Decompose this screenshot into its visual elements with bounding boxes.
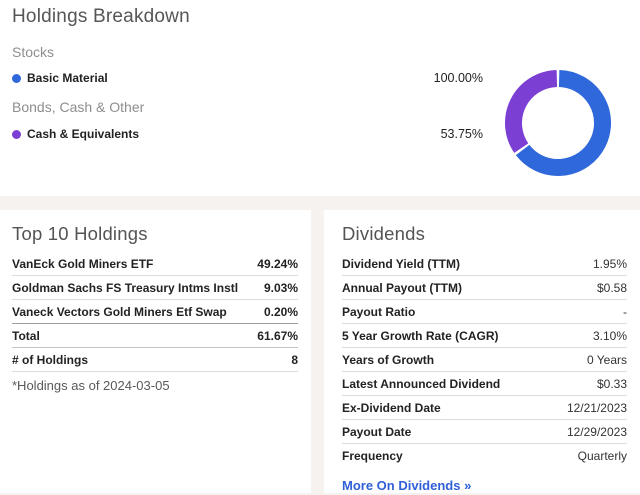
dividend-metric-label: Payout Date — [342, 425, 411, 439]
legend-value: 53.75% — [441, 127, 483, 141]
total-label: Total — [12, 329, 40, 343]
legend-value: 100.00% — [434, 71, 483, 85]
dividend-metric-value: Quarterly — [578, 449, 627, 463]
holdings-count-label: # of Holdings — [12, 353, 88, 367]
table-row-count: # of Holdings 8 — [12, 348, 298, 372]
table-row: Dividend Yield (TTM) 1.95% — [342, 252, 627, 276]
holdings-count-value: 8 — [291, 353, 298, 367]
top-holdings-title: Top 10 Holdings — [12, 223, 311, 245]
holding-name: VanEck Gold Miners ETF — [12, 257, 153, 271]
legend-label: Cash & Equivalents — [27, 127, 139, 141]
holdings-donut-chart — [503, 68, 613, 178]
table-row: Goldman Sachs FS Treasury Intms Instl 9.… — [12, 276, 298, 300]
table-row: Annual Payout (TTM) $0.58 — [342, 276, 627, 300]
table-row: Payout Ratio - — [342, 300, 627, 324]
holdings-breakdown-card: Holdings Breakdown Stocks Basic Material… — [0, 0, 640, 196]
dividends-table: Dividend Yield (TTM) 1.95% Annual Payout… — [342, 252, 627, 467]
holding-weight: 49.24% — [257, 257, 298, 271]
dividend-metric-label: Ex-Dividend Date — [342, 401, 441, 415]
table-row-total: Total 61.67% — [12, 324, 298, 348]
dividend-metric-value: 12/29/2023 — [567, 425, 627, 439]
dividend-metric-label: Payout Ratio — [342, 305, 415, 319]
dividend-metric-value: $0.33 — [597, 377, 627, 391]
donut-segment-cash-equivalents — [514, 79, 557, 149]
holding-name: Goldman Sachs FS Treasury Intms Instl — [12, 281, 238, 295]
dividends-title: Dividends — [342, 223, 640, 245]
table-row: Latest Announced Dividend $0.33 — [342, 372, 627, 396]
table-row: Years of Growth 0 Years — [342, 348, 627, 372]
top-holdings-card: Top 10 Holdings VanEck Gold Miners ETF 4… — [0, 210, 311, 493]
table-row: Vaneck Vectors Gold Miners Etf Swap 0.20… — [12, 300, 298, 324]
dividend-metric-label: Frequency — [342, 449, 403, 463]
dividend-metric-value: 3.10% — [593, 329, 627, 343]
dividend-metric-label: 5 Year Growth Rate (CAGR) — [342, 329, 498, 343]
dividend-metric-value: 1.95% — [593, 257, 627, 271]
dividend-metric-label: Years of Growth — [342, 353, 434, 367]
holding-weight: 9.03% — [264, 281, 298, 295]
holding-name: Vaneck Vectors Gold Miners Etf Swap — [12, 305, 227, 319]
dividend-metric-value: $0.58 — [597, 281, 627, 295]
legend-item-cash-equivalents: Cash & Equivalents 53.75% — [12, 126, 483, 142]
holdings-breakdown-title: Holdings Breakdown — [12, 6, 190, 28]
dividend-metric-label: Dividend Yield (TTM) — [342, 257, 460, 271]
legend-dot-blue-icon — [12, 74, 21, 83]
table-row: Ex-Dividend Date 12/21/2023 — [342, 396, 627, 420]
holding-weight: 0.20% — [264, 305, 298, 319]
legend-label: Basic Material — [27, 71, 108, 85]
dividend-metric-value: - — [623, 305, 627, 319]
legend-dot-purple-icon — [12, 130, 21, 139]
dividend-metric-value: 0 Years — [587, 353, 627, 367]
dividend-metric-value: 12/21/2023 — [567, 401, 627, 415]
table-row: Payout Date 12/29/2023 — [342, 420, 627, 444]
group-label-stocks: Stocks — [12, 44, 54, 60]
legend-item-basic-material: Basic Material 100.00% — [12, 70, 483, 86]
table-row: 5 Year Growth Rate (CAGR) 3.10% — [342, 324, 627, 348]
more-on-dividends-link[interactable]: More On Dividends » — [342, 478, 471, 493]
total-value: 61.67% — [257, 329, 298, 343]
table-row: VanEck Gold Miners ETF 49.24% — [12, 252, 298, 276]
dividend-metric-label: Latest Announced Dividend — [342, 377, 500, 391]
dividend-metric-label: Annual Payout (TTM) — [342, 281, 462, 295]
top-holdings-table: VanEck Gold Miners ETF 49.24% Goldman Sa… — [12, 252, 298, 372]
table-row: Frequency Quarterly — [342, 444, 627, 467]
holdings-as-of-footnote: *Holdings as of 2024-03-05 — [12, 378, 298, 393]
dividends-card: Dividends Dividend Yield (TTM) 1.95% Ann… — [324, 210, 640, 493]
group-label-bonds-cash-other: Bonds, Cash & Other — [12, 99, 144, 115]
